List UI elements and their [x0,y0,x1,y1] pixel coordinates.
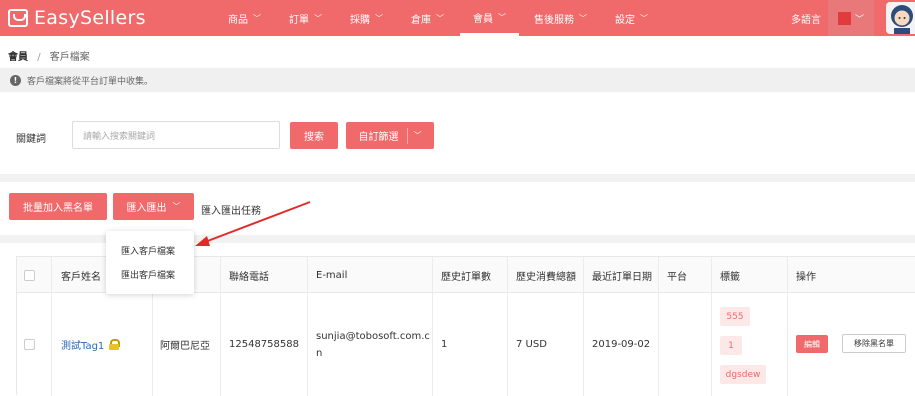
col-last-order-date[interactable]: 最近訂單日期 [592,257,652,293]
nav-label: 採購 [350,14,370,26]
notice-text: 客戶檔案將從平台訂單中收集。 [27,76,154,87]
email-text: sunjia@tobosoft.com.c [316,330,430,342]
import-customers-menu-item[interactable]: 匯入客戶檔案 [121,244,175,257]
avatar[interactable] [886,2,915,34]
remove-blacklist-button[interactable]: 移除黑名單 [842,334,906,353]
breadcrumb-separator: / [37,52,41,63]
chevron-down-icon: ﹀ [314,13,322,23]
breadcrumb-current: 客戶檔案 [49,52,90,63]
tag-badge: 1 [720,336,742,355]
nav-item-orders[interactable]: 訂單 ﹀ [289,0,322,36]
chevron-down-icon: ﹀ [253,13,261,23]
language-switcher[interactable]: 多語言 [791,0,821,36]
chevron-down-icon: ﹀ [498,12,506,22]
customer-name-link[interactable]: 測試Tag1 [61,337,104,352]
account-menu[interactable]: ﹀ [828,0,874,36]
chevron-down-icon: ﹀ [640,13,648,23]
nav-item-members[interactable]: 會員 ﹀ [460,0,519,36]
tag-badge: 555 [720,307,750,326]
email-cell: sunjia@tobosoft.com.c n [316,293,430,396]
customer-name-cell: 測試Tag1 [61,293,121,396]
col-email[interactable]: E-mail [316,257,347,293]
section-divider [0,174,915,182]
import-export-button[interactable]: 匯入匯出 ﹀ [113,193,194,220]
col-tags[interactable]: 標籤 [720,257,740,293]
col-customer-name[interactable]: 客戶姓名 [61,257,101,293]
breadcrumb-root[interactable]: 會員 [8,52,28,63]
export-customers-menu-item[interactable]: 匯出客戶檔案 [121,268,175,281]
chevron-down-icon: ﹀ [172,202,181,211]
chevron-down-icon: ﹀ [579,13,587,23]
chevron-down-icon: ﹀ [375,13,383,23]
edit-button[interactable]: 編輯 [796,335,828,353]
nav-label: 售後服務 [534,14,574,26]
col-actions: 操作 [796,271,816,283]
import-export-tasks-link[interactable]: 匯入匯出任務 [201,202,261,217]
col-platform[interactable]: 平台 [667,257,687,293]
nav-label: 商品 [228,14,248,26]
nav-item-after-sales[interactable]: 售後服務 ﹀ [534,0,587,36]
phone-cell: 12548758588 [229,339,299,350]
nav-label: 訂單 [289,14,309,26]
col-phone[interactable]: 聯絡電話 [229,257,269,293]
col-order-count[interactable]: 歷史訂單數 [441,257,491,293]
nav-item-products[interactable]: 商品 ﹀ [228,0,261,36]
info-icon: ! [10,74,21,86]
nav-label: 會員 [473,13,493,25]
select-all-cell [24,257,35,293]
nav-item-settings[interactable]: 設定 ﹀ [615,0,648,36]
top-navigation-bar: EasySellers 商品 ﹀ 訂單 ﹀ 採購 ﹀ 倉庫 ﹀ 會員 ﹀ 售後服務 ﹀ 設定… [0,0,915,36]
shopping-bag-icon [8,9,28,27]
row-select-cell [24,293,35,396]
email-text-wrap: n [316,347,323,359]
import-export-label: 匯入匯出 [126,203,167,214]
chevron-down-icon: ﹀ [854,14,864,25]
custom-filter-label: 自訂篩選 [358,132,399,143]
row-checkbox[interactable] [24,339,35,350]
batch-blacklist-button[interactable]: 批量加入黑名單 [9,193,107,220]
col-total-spent[interactable]: 歷史消費總額 [516,257,576,293]
button-divider [406,127,408,144]
order-count-cell: 1 [441,339,448,350]
user-avatar-icon [891,5,913,34]
import-export-dropdown: 匯入客戶檔案 匯出客戶檔案 [106,231,194,294]
store-color-swatch [837,11,851,25]
custom-filter-button[interactable]: 自訂篩選 ﹀ [346,122,434,149]
keyword-search-input[interactable]: 請輸入搜索關鍵詞 [72,121,280,149]
nav-item-purchasing[interactable]: 採購 ﹀ [350,0,383,36]
chevron-down-icon: ﹀ [436,13,444,23]
logo[interactable]: EasySellers [8,6,146,30]
logo-text: EasySellers [34,7,146,29]
nav-label: 倉庫 [411,14,431,26]
table-row: 測試Tag1 阿爾巴尼亞 12548758588 sunjia@tobosoft… [17,293,915,396]
last-order-date-cell: 2019-09-02 [592,339,651,350]
lock-icon [109,339,121,350]
country-cell: 阿爾巴尼亞 [160,341,210,352]
nav-item-warehouse[interactable]: 倉庫 ﹀ [411,0,444,36]
breadcrumb: 會員 / 客戶檔案 [8,48,90,63]
chevron-down-icon[interactable]: ﹀ [414,130,422,141]
keyword-label: 關鍵詞 [16,134,46,145]
tag-badge: dgsdew [720,365,766,384]
info-notice: ! 客戶檔案將從平台訂單中收集。 [0,68,915,92]
total-spent-cell: 7 USD [516,339,547,350]
search-button[interactable]: 搜索 [290,122,338,149]
nav-label: 設定 [615,14,635,26]
select-all-checkbox[interactable] [24,269,35,281]
